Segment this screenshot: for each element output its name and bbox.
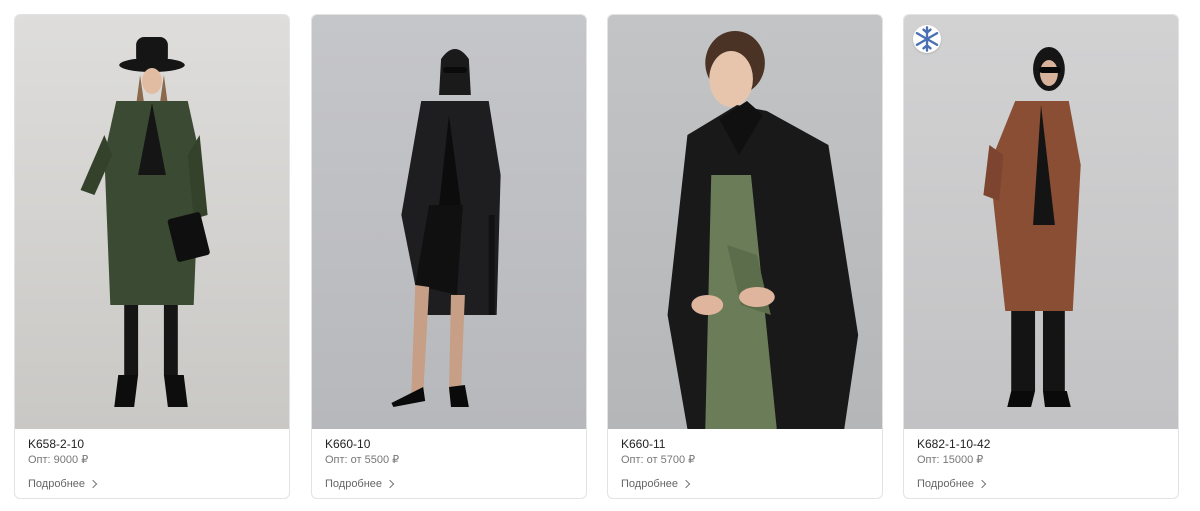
details-label: Подробнее [28,478,86,490]
product-price: Опт: 15000 ₽ [917,454,984,466]
chevron-right-icon [385,479,395,489]
product-photo[interactable] [608,15,882,429]
chevron-right-icon [977,479,987,489]
winter-badge [913,25,941,53]
details-link[interactable]: Подробнее [621,478,691,490]
details-link[interactable]: Подробнее [28,478,98,490]
product-card[interactable]: K660-10 Опт: от 5500 ₽ Подробнее [311,14,587,499]
product-card[interactable]: K660-11 Опт: от 5700 ₽ Подробнее [607,14,883,499]
details-link[interactable]: Подробнее [325,478,395,490]
product-card[interactable]: K658-2-10 Опт: 9000 ₽ Подробнее [14,14,290,499]
details-label: Подробнее [917,478,975,490]
product-card[interactable]: K682-1-10-42 Опт: 15000 ₽ Подробнее [903,14,1179,499]
product-sku[interactable]: K682-1-10-42 [917,437,1165,451]
product-photo[interactable] [904,15,1178,429]
product-sku[interactable]: K660-10 [325,437,573,451]
product-sku[interactable]: K660-11 [621,437,869,451]
details-link[interactable]: Подробнее [917,478,987,490]
product-sku[interactable]: K658-2-10 [28,437,276,451]
product-photo[interactable] [312,15,586,429]
product-price: Опт: 9000 ₽ [28,454,89,466]
product-grid: K658-2-10 Опт: 9000 ₽ Подробнее K660-10 … [0,0,1200,511]
details-label: Подробнее [325,478,383,490]
details-label: Подробнее [621,478,679,490]
product-price: Опт: от 5500 ₽ [325,454,400,466]
product-price: Опт: от 5700 ₽ [621,454,696,466]
chevron-right-icon [88,479,98,489]
chevron-right-icon [681,479,691,489]
snowflake-icon [915,26,939,52]
product-photo[interactable] [15,15,289,429]
